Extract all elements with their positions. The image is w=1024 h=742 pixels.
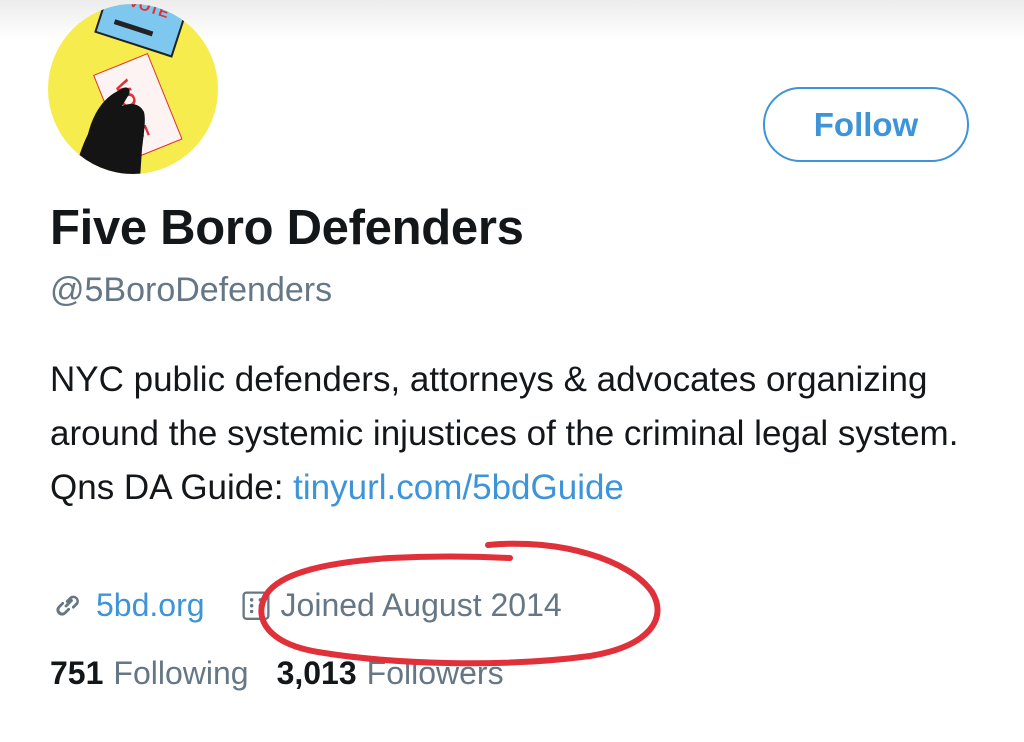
bio: NYC public defenders, attorneys & advoca… (50, 353, 980, 515)
ballot-box-illustration: VOTE VOICE (74, 4, 193, 174)
follow-stats: 751 Following 3,013 Followers (50, 655, 532, 692)
handle: @5BoroDefenders (50, 271, 333, 309)
follow-button[interactable]: Follow (763, 87, 969, 162)
profile-meta: 5bd.org Joined August 2014 (50, 583, 562, 627)
calendar-icon (241, 589, 271, 621)
following-label[interactable]: Following (113, 655, 248, 692)
website-link[interactable]: 5bd.org (96, 587, 205, 624)
joined-date: Joined August 2014 (280, 586, 562, 623)
link-icon (50, 588, 84, 622)
avatar[interactable]: VOTE VOICE (48, 4, 218, 174)
followers-label[interactable]: Followers (367, 655, 504, 692)
following-count[interactable]: 751 (50, 655, 103, 692)
bio-link[interactable]: tinyurl.com/5bdGuide (293, 468, 624, 507)
display-name: Five Boro Defenders (50, 201, 524, 255)
followers-count[interactable]: 3,013 (277, 655, 357, 692)
